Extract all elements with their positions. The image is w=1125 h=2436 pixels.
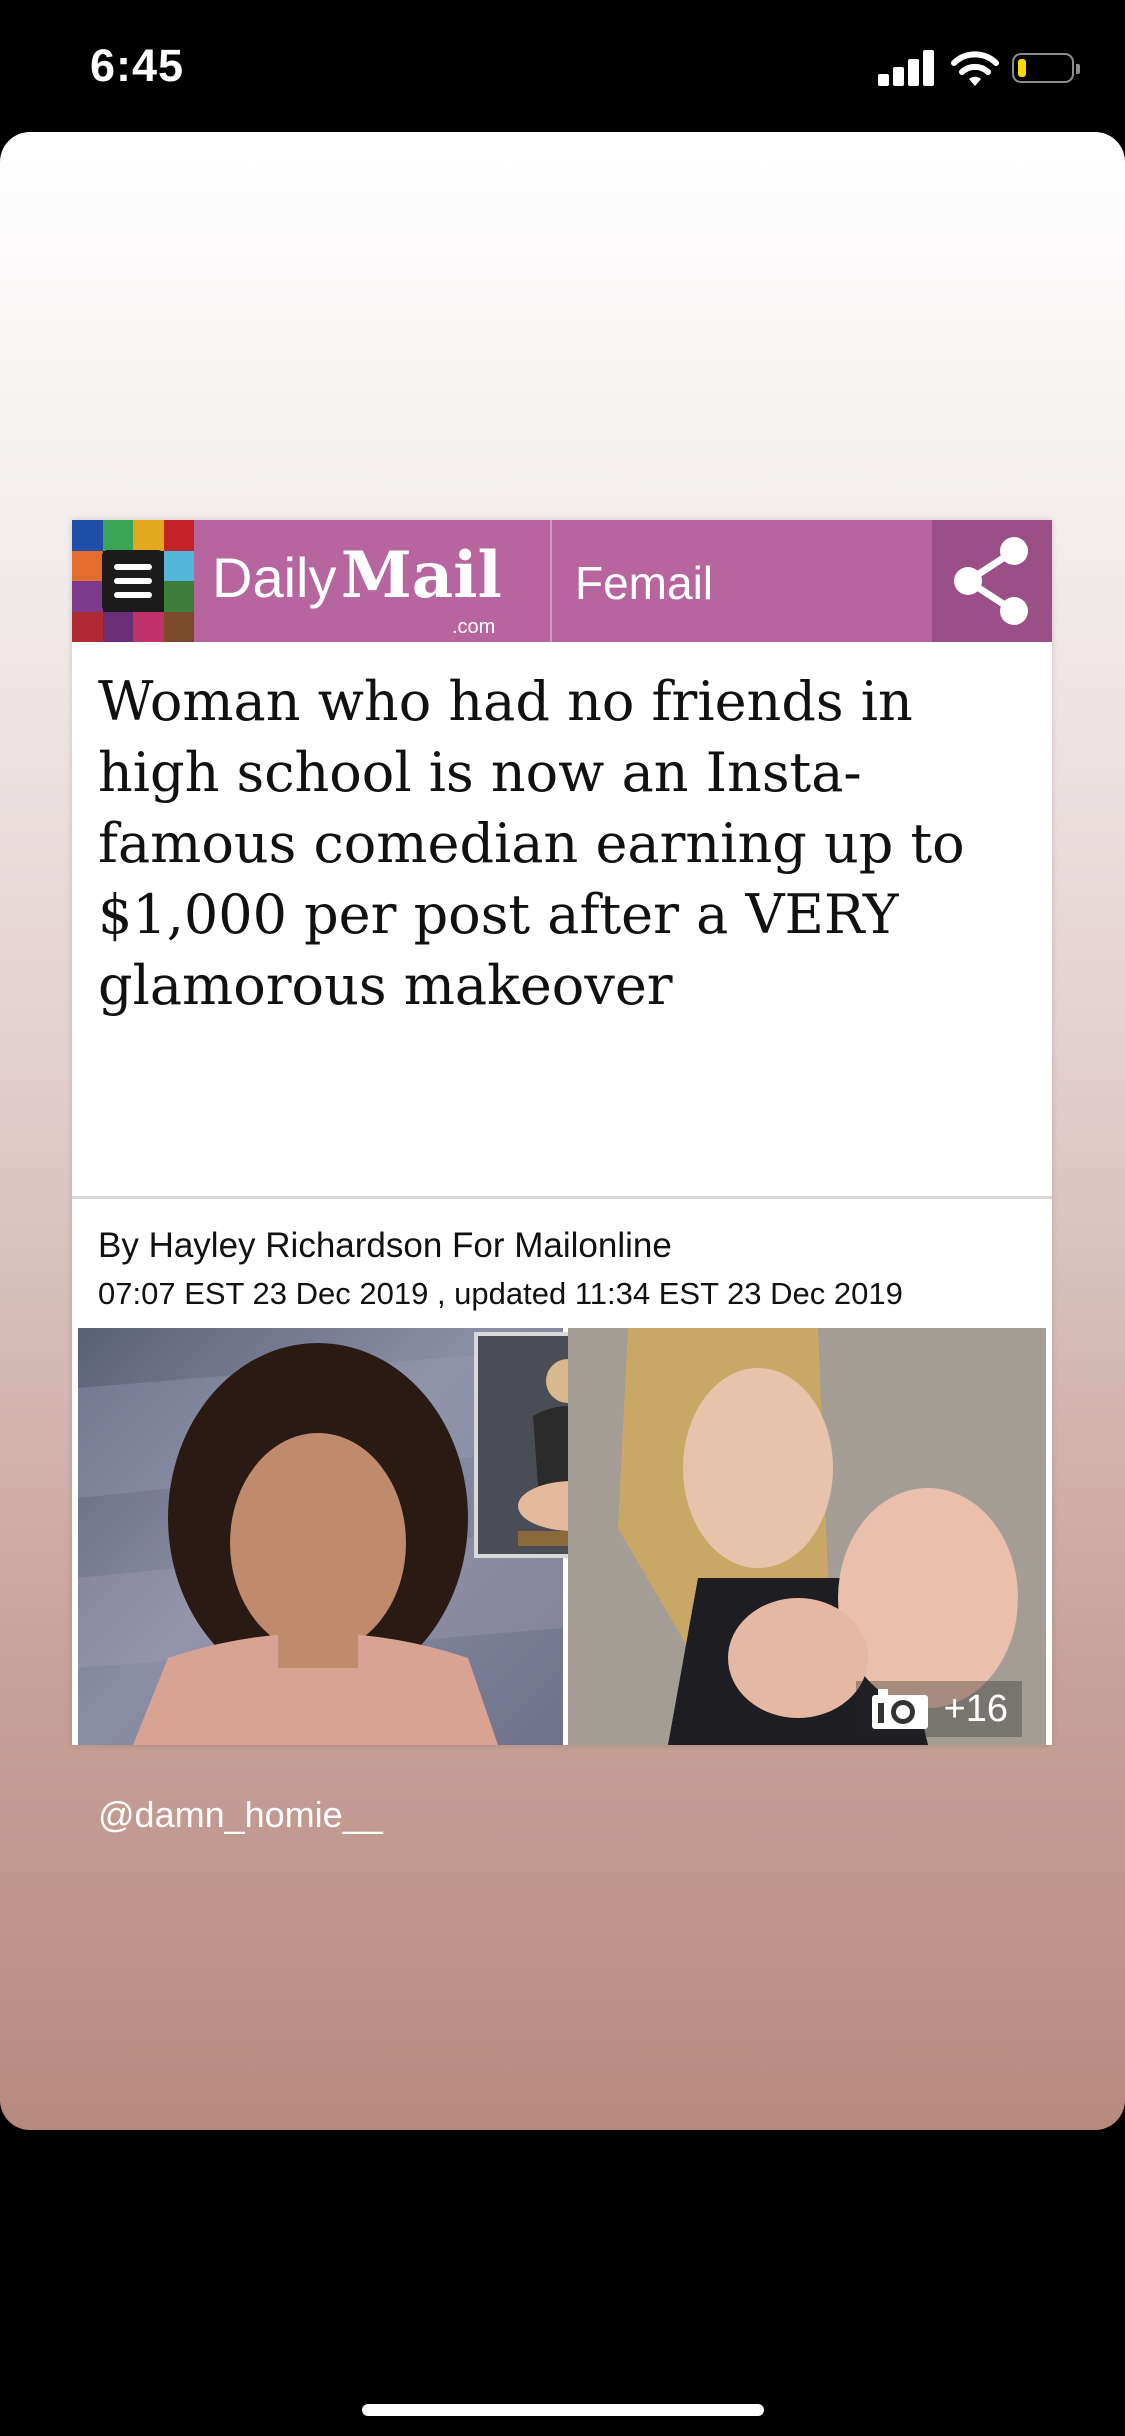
article-dateline: 07:07 EST 23 Dec 2019 , updated 11:34 ES… bbox=[98, 1276, 903, 1311]
article-byline: By Hayley Richardson For Mailonline bbox=[98, 1226, 672, 1265]
logo-mosaic-tile bbox=[163, 611, 194, 642]
story-username-tag[interactable]: @damn_homie__ bbox=[98, 1794, 383, 1836]
logo-mosaic-tile bbox=[72, 581, 103, 612]
logo-daily-text: Daily bbox=[212, 546, 337, 609]
logo-mosaic-tile bbox=[72, 611, 103, 642]
header-divider bbox=[550, 520, 552, 642]
headline-divider bbox=[72, 1196, 1052, 1199]
logo-mosaic-tile bbox=[163, 520, 194, 551]
logo-com-text: .com bbox=[452, 616, 496, 638]
logo-mosaic-tile bbox=[133, 611, 164, 642]
camera-icon bbox=[871, 1689, 928, 1729]
cellular-signal-icon bbox=[878, 50, 936, 86]
logo-mosaic-tile bbox=[102, 520, 133, 551]
article-header: Daily Mail .com Femail bbox=[72, 520, 1052, 642]
logo-mosaic-tile bbox=[133, 520, 164, 551]
logo-mosaic-tile bbox=[163, 550, 194, 581]
share-button[interactable] bbox=[932, 520, 1052, 642]
battery-icon bbox=[1012, 53, 1080, 83]
status-bar: 6:45 bbox=[0, 0, 1125, 132]
logo-mosaic-tile bbox=[163, 581, 194, 612]
story-card[interactable]: Daily Mail .com Femail Woman who had no … bbox=[0, 132, 1125, 2130]
section-label[interactable]: Femail bbox=[575, 556, 713, 610]
gallery-count: +16 bbox=[943, 1687, 1008, 1730]
menu-icon[interactable] bbox=[102, 550, 164, 612]
status-time: 6:45 bbox=[90, 40, 185, 91]
logo-mosaic-tile bbox=[72, 520, 103, 551]
article-headline: Woman who had no friends in high school … bbox=[98, 670, 965, 1017]
article-photo-gallery[interactable]: +16 bbox=[78, 1328, 1046, 1745]
home-indicator[interactable] bbox=[362, 2404, 764, 2416]
daily-mail-logo: Daily Mail .com bbox=[212, 538, 502, 638]
logo-mail-text: Mail bbox=[340, 538, 502, 613]
wifi-icon bbox=[951, 51, 999, 86]
gallery-count-badge[interactable]: +16 bbox=[855, 1681, 1022, 1737]
logo-mosaic-tile bbox=[72, 550, 103, 581]
share-icon bbox=[954, 537, 1028, 625]
logo-mosaic-tile bbox=[102, 611, 133, 642]
article-screenshot[interactable]: Daily Mail .com Femail Woman who had no … bbox=[72, 520, 1052, 1745]
